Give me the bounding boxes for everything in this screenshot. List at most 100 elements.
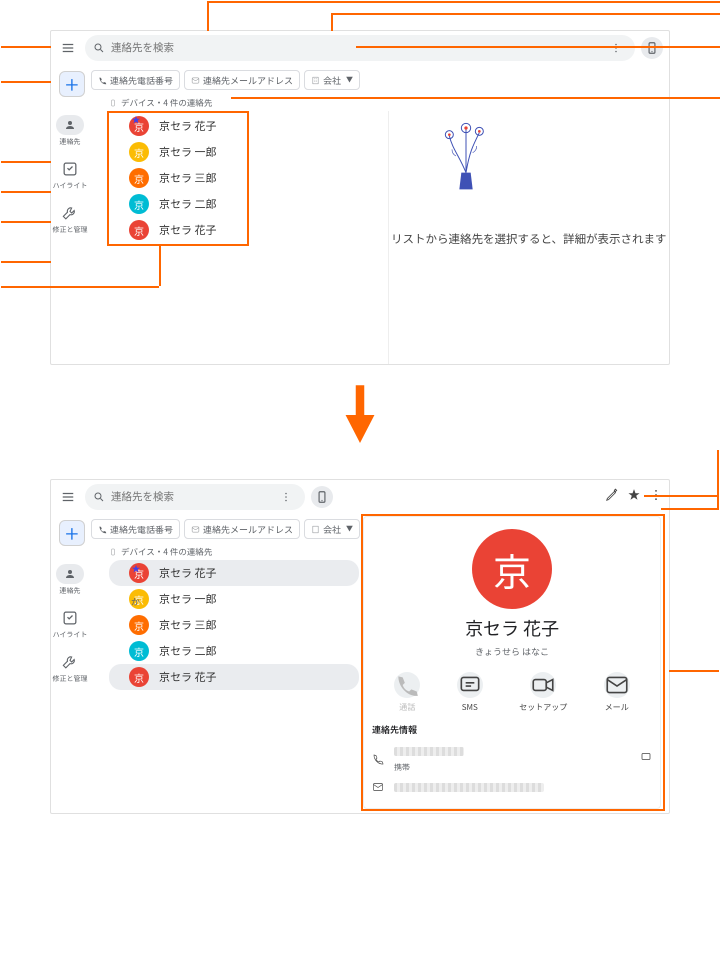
video-icon bbox=[530, 672, 556, 698]
message-icon[interactable] bbox=[640, 751, 652, 767]
email-icon bbox=[191, 525, 200, 534]
action-label: メール bbox=[605, 702, 629, 713]
action-label: SMS bbox=[462, 702, 478, 713]
contact-row[interactable]: 京 京セラ 花子 bbox=[109, 217, 388, 243]
contact-row[interactable]: 京 京セラ 花子 bbox=[109, 664, 359, 690]
avatar: 京 bbox=[129, 667, 149, 687]
callout-line bbox=[669, 670, 719, 672]
detail-avatar: 京 bbox=[472, 529, 552, 609]
sidebar-item-highlights[interactable]: ハイライト bbox=[53, 608, 88, 640]
nav-sidebar: 連絡先 ハイライト 修正と管理 bbox=[51, 111, 89, 364]
wrench-icon bbox=[60, 652, 80, 672]
company-icon bbox=[311, 76, 320, 85]
person-icon bbox=[56, 115, 84, 135]
search-input[interactable] bbox=[85, 484, 305, 510]
detail-name: 京セラ 花子 bbox=[372, 615, 652, 641]
contact-row[interactable]: 京 京セラ 一郎 bbox=[109, 586, 359, 612]
device-small-icon bbox=[109, 99, 117, 107]
phone-type: 携帯 bbox=[394, 762, 464, 773]
info-row-email[interactable] bbox=[372, 777, 652, 797]
device-small-icon bbox=[109, 548, 117, 556]
info-header: 連絡先情報 bbox=[372, 723, 652, 736]
info-row-phone[interactable]: 携帯 bbox=[372, 740, 652, 777]
filter-chip-row: 連絡先電話番号 連絡先メールアドレス 会社 ▼ bbox=[51, 65, 669, 95]
action-mail[interactable]: メール bbox=[604, 672, 630, 713]
contact-row[interactable]: 京 京セラ 二郎 bbox=[109, 638, 359, 664]
add-contact-button[interactable]: ＋ bbox=[59, 520, 85, 546]
mail-icon bbox=[372, 781, 384, 793]
action-call[interactable]: 通話 bbox=[394, 672, 420, 713]
sidebar-item-manage[interactable]: 修正と管理 bbox=[53, 652, 88, 684]
contact-row[interactable]: 京 京セラ 花子 bbox=[109, 113, 388, 139]
device-icon[interactable] bbox=[311, 486, 333, 508]
avatar: 京 bbox=[129, 142, 149, 162]
star-icon[interactable] bbox=[627, 488, 641, 506]
contact-row[interactable]: 京 京セラ 二郎 bbox=[109, 191, 388, 217]
callout-line bbox=[1, 46, 51, 48]
contact-list: 京 京セラ 花子 京 京セラ 一郎 京 京セラ 三郎 京 京セラ 二郎 bbox=[89, 111, 389, 364]
more-icon[interactable] bbox=[275, 486, 297, 508]
sidebar-item-manage[interactable]: 修正と管理 bbox=[53, 203, 88, 235]
chip-label: 連絡先メールアドレス bbox=[203, 74, 293, 87]
app-toolbar bbox=[51, 31, 669, 65]
filter-chip-email[interactable]: 連絡先メールアドレス bbox=[184, 70, 300, 90]
device-icon[interactable] bbox=[641, 37, 663, 59]
more-icon[interactable] bbox=[605, 37, 627, 59]
contact-name: 京セラ 三郎 bbox=[159, 617, 216, 633]
search-input[interactable] bbox=[85, 35, 635, 61]
highlight-icon bbox=[60, 608, 80, 628]
contact-row[interactable]: 京 京セラ 三郎 bbox=[109, 612, 359, 638]
contact-name: 京セラ 三郎 bbox=[159, 170, 216, 186]
action-setup[interactable]: セットアップ bbox=[519, 672, 567, 713]
empty-message: リストから連絡先を選択すると、詳細が表示されます bbox=[391, 231, 667, 247]
contact-name: 京セラ 花子 bbox=[159, 118, 216, 134]
search-field[interactable] bbox=[111, 491, 269, 503]
detail-furigana: きょうせら はなこ bbox=[372, 645, 652, 658]
callout-line bbox=[331, 13, 333, 31]
callout-line bbox=[356, 46, 720, 48]
filter-chip-company[interactable]: 会社 ▼ bbox=[304, 70, 360, 90]
flow-arrow bbox=[0, 385, 720, 449]
callout-line bbox=[1, 261, 51, 263]
search-icon bbox=[93, 491, 105, 503]
more-icon[interactable] bbox=[649, 488, 663, 506]
contact-row[interactable]: 京 京セラ 一郎 bbox=[109, 139, 388, 165]
chip-label: 連絡先電話番号 bbox=[110, 74, 173, 87]
sidebar-item-contacts[interactable]: 連絡先 bbox=[56, 564, 84, 596]
action-label: 通話 bbox=[399, 702, 415, 713]
phone-icon bbox=[98, 525, 107, 534]
email-icon bbox=[191, 76, 200, 85]
empty-illustration bbox=[431, 116, 501, 196]
contact-name: 京セラ 花子 bbox=[159, 669, 216, 685]
action-row: 通話 SMS セットアップ メール bbox=[376, 672, 648, 713]
menu-icon[interactable] bbox=[57, 486, 79, 508]
contacts-app-after: ＋ 連絡先電話番号 連絡先メールアドレス 会社 ▼ デバイス・4 件の連絡先 bbox=[50, 479, 670, 814]
highlight-icon bbox=[60, 159, 80, 179]
sidebar-label: 連絡先 bbox=[60, 137, 81, 147]
callout-line bbox=[661, 508, 719, 510]
section-label: か bbox=[131, 595, 140, 608]
contact-row-selected[interactable]: 京 京セラ 花子 bbox=[109, 560, 359, 586]
avatar: 京 bbox=[129, 168, 149, 188]
callout-line bbox=[1, 191, 51, 193]
avatar: 京 bbox=[129, 615, 149, 635]
contact-row[interactable]: 京 京セラ 三郎 bbox=[109, 165, 388, 191]
menu-icon[interactable] bbox=[57, 37, 79, 59]
filter-chip-phone[interactable]: 連絡先電話番号 bbox=[91, 70, 180, 90]
avatar: 京 bbox=[129, 220, 149, 240]
star-icon bbox=[131, 564, 141, 574]
sidebar-label: ハイライト bbox=[53, 630, 88, 640]
search-field[interactable] bbox=[111, 42, 599, 54]
wrench-icon bbox=[60, 203, 80, 223]
sms-icon bbox=[457, 672, 483, 698]
action-sms[interactable]: SMS bbox=[457, 672, 483, 713]
filter-chip-company[interactable]: 会社 ▼ bbox=[304, 519, 360, 539]
filter-chip-email[interactable]: 連絡先メールアドレス bbox=[184, 519, 300, 539]
filter-chip-phone[interactable]: 連絡先電話番号 bbox=[91, 519, 180, 539]
edit-icon[interactable] bbox=[605, 488, 619, 506]
sidebar-item-contacts[interactable]: 連絡先 bbox=[56, 115, 84, 147]
sidebar-item-highlights[interactable]: ハイライト bbox=[53, 159, 88, 191]
add-contact-button[interactable]: ＋ bbox=[59, 71, 85, 97]
contact-name: 京セラ 一郎 bbox=[159, 591, 216, 607]
contact-name: 京セラ 一郎 bbox=[159, 144, 216, 160]
